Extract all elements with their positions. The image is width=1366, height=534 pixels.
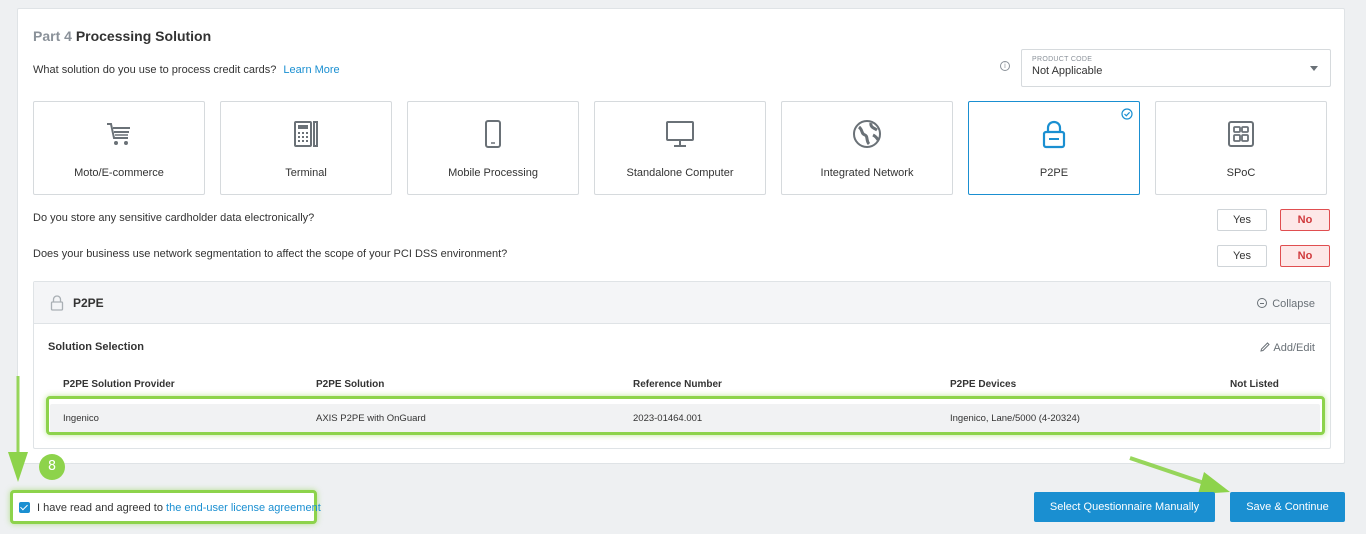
tile-terminal[interactable]: Terminal (220, 101, 392, 195)
part-title-text: Processing Solution (75, 28, 212, 44)
tile-moto-ecommerce[interactable]: Moto/E-commerce (33, 101, 205, 195)
mobile-icon (485, 120, 501, 148)
p2pe-section-title: P2PE (73, 296, 104, 310)
minus-circle-icon (1257, 298, 1268, 308)
tile-label: Moto/E-commerce (74, 167, 164, 179)
collapse-label: Collapse (1272, 298, 1315, 310)
collapse-button[interactable]: Collapse (1257, 297, 1315, 310)
cart-icon (107, 123, 130, 145)
row-highlight-annotation (46, 396, 1325, 435)
p2pe-section-header: P2PE Collapse (34, 282, 1330, 324)
question-network-segmentation: Does your business use network segmentat… (33, 248, 508, 260)
agreement-highlight: I have read and agreed to the end-user l… (10, 490, 321, 524)
lock-icon (1042, 120, 1066, 149)
save-continue-button[interactable]: Save & Continue (1230, 492, 1345, 522)
spoc-icon (1228, 121, 1254, 147)
tile-label: Standalone Computer (626, 167, 734, 179)
column-header: Reference Number (633, 379, 722, 390)
tile-p2pe[interactable]: P2PE (968, 101, 1140, 195)
tile-label: Mobile Processing (448, 167, 538, 179)
segmentation-no-button[interactable]: No (1280, 245, 1330, 267)
sensitive-data-no-button[interactable]: No (1280, 209, 1330, 231)
solution-selection-heading: Solution Selection (48, 341, 144, 353)
column-header: P2PE Solution (316, 379, 385, 390)
solution-question: What solution do you use to process cred… (33, 64, 340, 76)
tile-label: SPoC (1226, 167, 1256, 179)
caret-down-icon (1310, 66, 1318, 71)
solution-question-text: What solution do you use to process cred… (33, 64, 277, 76)
terminal-icon (294, 121, 318, 147)
pencil-icon (1260, 342, 1271, 352)
tile-mobile-processing[interactable]: Mobile Processing (407, 101, 579, 195)
eula-link[interactable]: the end-user license agreement (166, 502, 321, 514)
column-header: P2PE Solution Provider (63, 379, 175, 390)
tile-label: Integrated Network (820, 167, 914, 179)
part-number: Part 4 (33, 28, 72, 44)
tile-spoc[interactable]: SPoC (1155, 101, 1327, 195)
learn-more-link[interactable]: Learn More (283, 64, 339, 76)
product-code-label: PRODUCT CODE (1032, 56, 1093, 63)
add-edit-button[interactable]: Add/Edit (1260, 341, 1315, 354)
tile-standalone-computer[interactable]: Standalone Computer (594, 101, 766, 195)
column-header: Not Listed (1230, 379, 1279, 390)
step-badge: 8 (39, 454, 65, 480)
column-header: P2PE Devices (950, 379, 1017, 390)
product-code-select[interactable]: PRODUCT CODE Not Applicable (1021, 49, 1331, 87)
lock-icon (50, 295, 64, 311)
tile-integrated-network[interactable]: Integrated Network (781, 101, 953, 195)
tile-label: P2PE (1039, 167, 1069, 179)
select-questionnaire-manually-button[interactable]: Select Questionnaire Manually (1034, 492, 1215, 522)
question-sensitive-data: Do you store any sensitive cardholder da… (33, 212, 315, 224)
agreement-checkbox[interactable] (19, 502, 30, 513)
sensitive-data-yes-button[interactable]: Yes (1217, 209, 1267, 231)
add-edit-label: Add/Edit (1273, 342, 1315, 354)
tile-label: Terminal (285, 167, 327, 179)
segmentation-yes-button[interactable]: Yes (1217, 245, 1267, 267)
page-title: Part 4 Processing Solution (33, 28, 211, 44)
globe-icon (853, 120, 881, 148)
info-icon[interactable]: i (1000, 61, 1010, 71)
agreement-text: I have read and agreed to the end-user l… (37, 502, 321, 514)
monitor-icon (666, 121, 694, 147)
product-code-value: Not Applicable (1032, 65, 1103, 77)
agreement-label: I have read and agreed to (37, 502, 163, 514)
check-circle-icon (1121, 108, 1133, 120)
